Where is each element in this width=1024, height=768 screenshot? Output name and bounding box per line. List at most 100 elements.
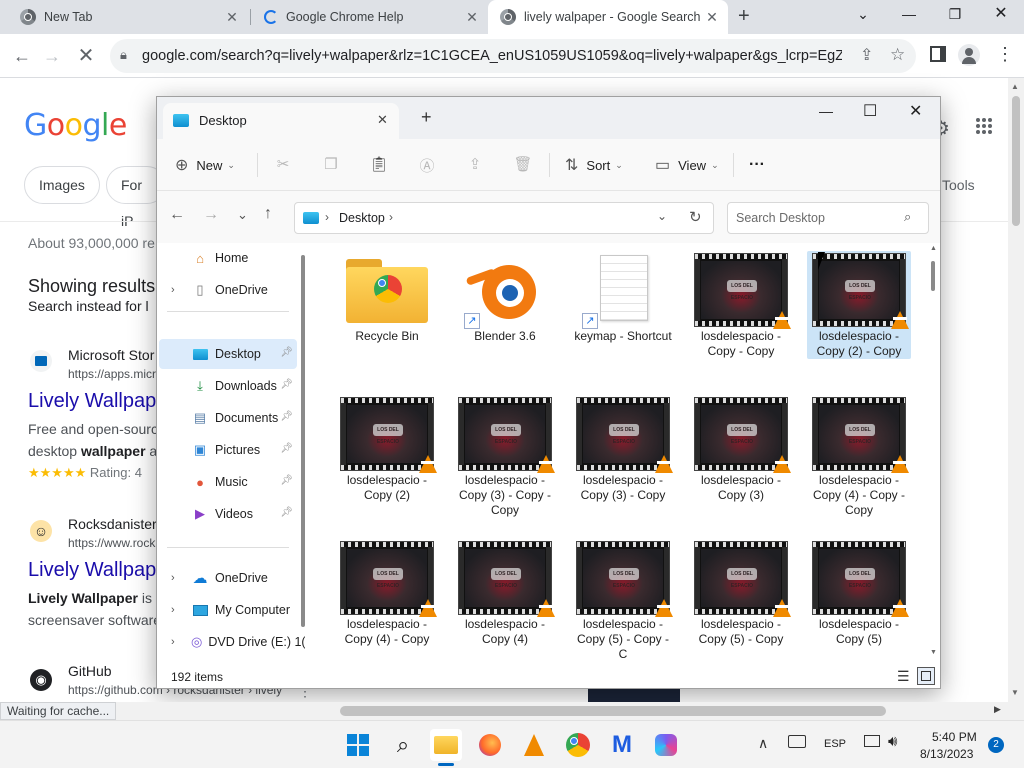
start-windows-icon[interactable] [342,729,374,761]
chip-images[interactable]: Images [24,166,100,204]
scrollbar-thumb[interactable] [1012,96,1020,226]
explorer-close-button[interactable]: ✕ [909,101,922,121]
forward-arrow-icon[interactable]: → [203,206,219,224]
file-item[interactable]: ↗ Blender 3.6 [453,251,557,344]
file-explorer-taskbar-icon[interactable] [430,729,462,766]
tab-close-icon[interactable]: ✕ [377,112,388,128]
bookmark-star-icon[interactable]: ☆ [890,45,905,65]
language-indicator[interactable]: ESP [824,738,846,750]
search-icon[interactable]: ⌕ [904,209,911,225]
new-button[interactable]: ⊕ New ⌄ [175,153,235,177]
tab-close-icon[interactable]: ✕ [464,9,480,25]
result-title-link[interactable]: Lively Wallpap [28,390,156,413]
nav-scrollbar-thumb[interactable] [301,255,305,627]
minimize-button[interactable]: — [886,0,932,30]
file-item[interactable]: LOS DEL ESPACIO losdelespacio - Copy (3) [689,395,793,503]
side-panel-icon[interactable] [930,46,946,62]
file-grid-scrollbar[interactable]: ▲ ▼ [927,243,939,663]
scrollbar-thumb[interactable] [340,706,886,716]
share-icon[interactable]: ⇪ [465,155,485,175]
pin-icon[interactable]: 📌︎ [280,347,293,358]
explorer-minimize-button[interactable]: — [819,103,833,119]
tab-search-button[interactable]: ⌄ [840,0,886,30]
show-hidden-icons-icon[interactable]: ∧ [758,735,768,752]
pin-icon[interactable]: 📌︎ [280,443,293,454]
explorer-search-box[interactable]: Search Desktop ⌕ [727,202,929,234]
chevron-right-icon[interactable]: › [171,636,175,648]
explorer-new-tab-button[interactable]: + [421,107,432,128]
large-icons-view-icon[interactable] [917,667,935,685]
search-icon[interactable]: ⌕ [387,729,419,761]
file-item[interactable]: LOS DEL ESPACIO losdelespacio - Copy (5) [807,539,911,647]
apps-grid-icon[interactable] [976,118,992,134]
clock-time[interactable]: 5:40 PM [932,730,977,744]
sort-button[interactable]: ⇅ Sort ⌄ [565,153,623,177]
notification-badge[interactable]: 2 [988,737,1004,753]
back-arrow-icon[interactable]: ← [8,42,36,70]
address-bar[interactable]: 🔒︎ google.com/search?q=lively+walpaper&r… [110,39,916,73]
refresh-icon[interactable]: ↻ [689,208,702,226]
page-horizontal-scrollbar[interactable]: ▶ [0,702,1024,720]
volume-icon[interactable]: 🔊︎ [888,733,897,750]
view-button[interactable]: ▭ View ⌄ [655,153,719,177]
google-logo[interactable]: Google [24,108,127,143]
profile-avatar-icon[interactable] [958,44,980,66]
scrollbar-thumb[interactable] [931,261,935,291]
recent-locations-icon[interactable]: ⌄ [237,207,248,223]
file-item[interactable]: LOS DEL ESPACIO losdelespacio - Copy - Co… [689,251,793,359]
nav-pictures[interactable]: ▣ Pictures 📌︎ [159,435,297,465]
file-item[interactable]: Recycle Bin [335,251,439,344]
address-dropdown-icon[interactable]: ⌄ [657,209,667,223]
tools-button[interactable]: Tools [942,177,975,193]
share-icon[interactable]: ⇪ [860,45,873,65]
pin-icon[interactable]: 📌︎ [280,507,293,518]
url-text[interactable]: google.com/search?q=lively+walpaper&rlz=… [142,48,842,64]
paste-icon[interactable]: 📋︎ [369,155,389,175]
vlc-icon[interactable] [518,729,550,761]
firefox-icon[interactable] [474,729,506,761]
tab-chrome-help[interactable]: Google Chrome Help ✕ [252,0,488,34]
chevron-right-icon[interactable]: › [171,572,175,584]
file-item[interactable]: LOS DEL ESPACIO losdelespacio - Copy (2) [335,395,439,503]
tab-new-tab[interactable]: New Tab ✕ [8,0,248,34]
clock-date[interactable]: 8/13/2023 [920,747,973,761]
forward-arrow-icon[interactable]: → [38,42,66,70]
breadcrumb-desktop[interactable]: Desktop [339,211,385,225]
copy-icon[interactable]: ❐ [321,155,341,175]
file-item[interactable]: LOS DEL ESPACIO losdelespacio - Copy (3) … [571,395,675,503]
back-arrow-icon[interactable]: ← [169,206,185,224]
search-instead-link[interactable]: Search instead for l [28,298,149,314]
close-button[interactable]: ✕ [978,0,1024,30]
network-icon[interactable] [864,735,880,747]
more-options-button[interactable]: ··· [749,153,765,177]
file-item[interactable]: LOS DEL ESPACIO losdelespacio - Copy (4) … [335,539,439,647]
nav-my-computer[interactable]: › My Computer [159,595,297,625]
nav-documents[interactable]: ▤ Documents 📌︎ [159,403,297,433]
file-item[interactable]: LOS DEL ESPACIO losdelespacio - Copy (3) … [453,395,557,518]
new-tab-button[interactable]: + [738,5,750,28]
app-icon[interactable] [650,729,682,761]
nav-desktop[interactable]: Desktop 📌︎ [159,339,297,369]
restore-button[interactable]: ❐ [932,0,978,30]
pin-icon[interactable]: 📌︎ [280,411,293,422]
chevron-right-icon[interactable]: › [171,604,175,616]
page-scrollbar[interactable]: ▲ ▼ [1008,78,1024,702]
nav-onedrive-personal[interactable]: › ▯ OneDrive [159,275,297,305]
file-item[interactable]: LOS DEL ESPACIO losdelespacio - Copy (5) … [689,539,793,647]
tab-close-icon[interactable]: ✕ [704,9,720,25]
explorer-tab-desktop[interactable]: Desktop ✕ [163,103,399,139]
explorer-maximize-button[interactable]: ☐ [863,101,877,121]
result-title-link[interactable]: Lively Wallpap [28,559,156,582]
nav-dvd-drive[interactable]: › ◎ DVD Drive (E:) 1( [159,627,305,657]
file-item[interactable]: LOS DEL ESPACIO losdelespacio - Copy (4) … [807,395,911,518]
file-item[interactable]: LOS DEL ESPACIO losdelespacio - Copy (5) … [571,539,675,662]
nav-videos[interactable]: ▶ Videos 📌︎ [159,499,297,529]
cut-icon[interactable]: ✂ [273,155,293,175]
nav-onedrive[interactable]: › ☁ OneDrive [159,563,297,593]
details-view-icon[interactable]: ☰ [897,668,910,685]
rename-icon[interactable]: Ⓐ [417,155,437,175]
breadcrumb-bar[interactable]: › Desktop › ⌄ ↻ [294,202,714,234]
chrome-menu-icon[interactable]: ⋮ [996,44,1014,65]
pin-icon[interactable]: 📌︎ [280,475,293,486]
file-item[interactable]: ↗ keymap - Shortcut [571,251,675,344]
